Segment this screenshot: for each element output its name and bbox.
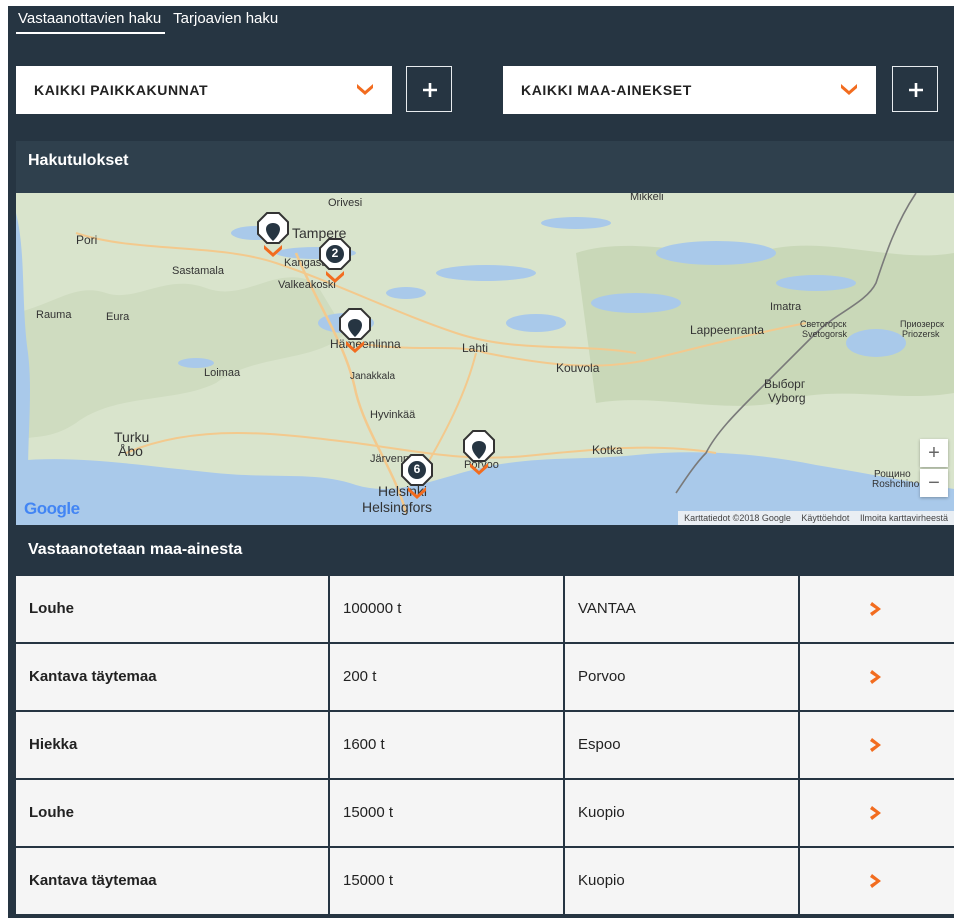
map-marker[interactable] xyxy=(462,429,496,475)
material-cell: Louhe xyxy=(16,576,330,642)
location-cell: Espoo xyxy=(565,712,800,778)
map-pin-icon xyxy=(463,430,495,475)
map-marker[interactable] xyxy=(256,211,290,257)
map-label: Helsingfors xyxy=(362,499,433,515)
material-cell: Louhe xyxy=(16,780,330,846)
map-label: Imatra xyxy=(770,301,802,313)
table-row[interactable]: Kantava täytemaa 200 t Porvoo xyxy=(16,644,954,710)
search-tabs: Vastaanottavien haku Tarjoavien haku xyxy=(16,6,282,36)
material-cell: Hiekka xyxy=(16,712,330,778)
map-label: Loimaa xyxy=(204,367,241,379)
amount-cell: 15000 t xyxy=(330,848,565,914)
map-label: Lappeenranta xyxy=(690,323,765,337)
map-label: Orivesi xyxy=(328,197,363,209)
map-attribution: Karttatiedot ©2018 Google Käyttöehdot Il… xyxy=(678,511,954,525)
map-terrain xyxy=(16,193,954,525)
map-data-credit: Karttatiedot ©2018 Google xyxy=(684,513,791,523)
location-cell: Kuopio xyxy=(565,780,800,846)
tab-providers[interactable]: Tarjoavien haku xyxy=(171,6,282,34)
plus-icon xyxy=(909,83,923,97)
chevron-right-icon xyxy=(870,806,881,820)
row-arrow-cell[interactable] xyxy=(800,848,954,914)
map-label: Rauma xyxy=(36,309,72,321)
map-label: Janakkala xyxy=(350,371,396,382)
material-cell: Kantava täytemaa xyxy=(16,848,330,914)
chevron-right-icon xyxy=(870,670,881,684)
zoom-out-button[interactable]: − xyxy=(920,469,948,497)
map-label: Kouvola xyxy=(556,361,600,375)
zoom-in-button[interactable]: + xyxy=(920,439,948,467)
map-label: Kotka xyxy=(592,443,623,457)
map-pin-icon xyxy=(339,308,371,353)
map-label: Mikkeli xyxy=(630,193,664,203)
material-select[interactable]: KAIKKI MAA-AINEKSET xyxy=(503,66,876,114)
row-arrow-cell[interactable] xyxy=(800,712,954,778)
add-location-button[interactable] xyxy=(406,66,452,112)
amount-cell: 100000 t xyxy=(330,576,565,642)
terms-link[interactable]: Käyttöehdot xyxy=(801,513,849,523)
map-label: Hyvinkää xyxy=(370,409,416,421)
plus-icon xyxy=(423,83,437,97)
amount-cell: 15000 t xyxy=(330,780,565,846)
map-label: Pori xyxy=(76,233,98,247)
map-label: Lahti xyxy=(462,341,489,355)
location-select-label: KAIKKI PAIKKAKUNNAT xyxy=(34,82,209,98)
map-cluster-marker[interactable]: 2 xyxy=(318,237,352,283)
location-cell: Porvoo xyxy=(565,644,800,710)
results-map[interactable]: Orivesi Mikkeli Pori Tampere Kangasala S… xyxy=(16,193,954,525)
row-arrow-cell[interactable] xyxy=(800,576,954,642)
results-section-title: Vastaanotetaan maa-ainesta xyxy=(16,525,954,576)
map-cluster-icon xyxy=(401,454,433,499)
app-root: Vastaanottavien haku Tarjoavien haku KAI… xyxy=(8,6,954,918)
add-material-button[interactable] xyxy=(892,66,938,112)
row-arrow-cell[interactable] xyxy=(800,644,954,710)
cluster-count: 6 xyxy=(413,462,421,476)
map-label: Выборг xyxy=(764,377,806,391)
chevron-right-icon xyxy=(870,602,881,616)
map-pin-icon xyxy=(257,212,289,257)
table-row[interactable]: Louhe 100000 t VANTAA xyxy=(16,576,954,642)
amount-cell: 1600 t xyxy=(330,712,565,778)
map-cluster-marker[interactable]: 6 xyxy=(400,453,434,499)
location-select[interactable]: KAIKKI PAIKKAKUNNAT xyxy=(16,66,392,114)
table-row[interactable]: Hiekka 1600 t Espoo xyxy=(16,712,954,778)
map-label: Eura xyxy=(106,311,130,323)
location-cell: Kuopio xyxy=(565,848,800,914)
filter-bar: KAIKKI PAIKKAKUNNAT KAIKKI MAA-AINEKSET xyxy=(8,66,954,116)
chevron-down-icon xyxy=(357,84,373,95)
map-label: Åbo xyxy=(118,443,143,459)
map-label: Svetogorsk xyxy=(802,329,848,339)
tab-receivers[interactable]: Vastaanottavien haku xyxy=(16,6,166,34)
map-label: Vyborg xyxy=(768,391,806,405)
table-row[interactable]: Kantava täytemaa 15000 t Kuopio xyxy=(16,848,954,914)
material-select-label: KAIKKI MAA-AINEKSET xyxy=(521,82,692,98)
map-label: Sastamala xyxy=(172,265,224,277)
map-label: Приозерск xyxy=(900,319,944,329)
map-label: Priozersk xyxy=(902,329,940,339)
map-section-title: Hakutulokset xyxy=(16,141,954,193)
location-cell: VANTAA xyxy=(565,576,800,642)
report-map-error-link[interactable]: Ilmoita karttavirheestä xyxy=(860,513,948,523)
amount-cell: 200 t xyxy=(330,644,565,710)
material-cell: Kantava täytemaa xyxy=(16,644,330,710)
chevron-right-icon xyxy=(870,874,881,888)
map-label: Roshchino xyxy=(872,479,920,490)
google-logo-text: Google xyxy=(24,499,80,518)
map-marker[interactable] xyxy=(338,307,372,353)
map-label: Светогорск xyxy=(800,319,847,329)
table-row[interactable]: Louhe 15000 t Kuopio xyxy=(16,780,954,846)
cluster-count: 2 xyxy=(331,246,339,260)
chevron-down-icon xyxy=(841,84,857,95)
row-arrow-cell[interactable] xyxy=(800,780,954,846)
map-cluster-icon xyxy=(319,238,351,283)
chevron-right-icon xyxy=(870,738,881,752)
google-logo[interactable]: Google xyxy=(24,499,80,519)
